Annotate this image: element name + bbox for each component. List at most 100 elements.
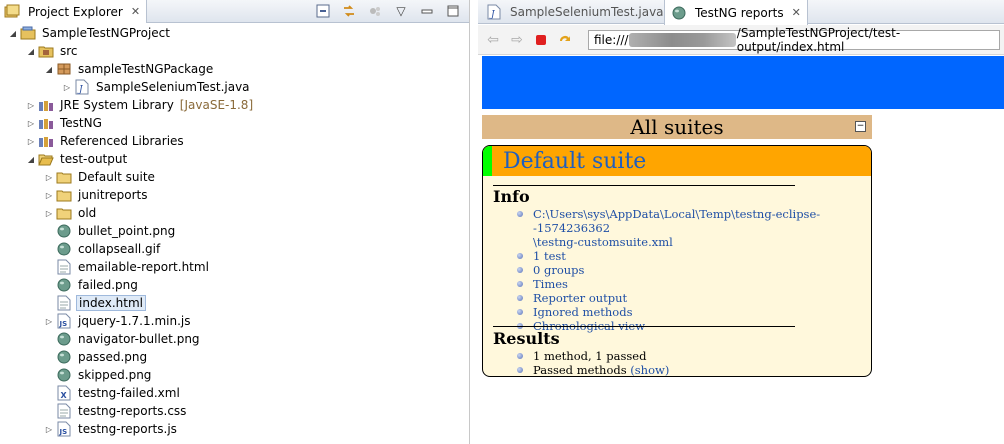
tree-item-label: bullet_point.png (78, 224, 176, 238)
collapsed-arrow-icon[interactable]: ▷ (42, 317, 56, 326)
focus-icon[interactable] (367, 3, 383, 19)
link-with-editor-icon[interactable] (341, 3, 357, 19)
project-tree: ◢ SampleTestNGProject ◢ src ◢ sampleTestNGPac… (0, 24, 469, 438)
passed-methods-item: Passed methods (show) (517, 363, 669, 376)
collapse-all-icon[interactable] (315, 3, 331, 19)
tree-item[interactable]: collapseall.gif (0, 240, 469, 258)
expanded-arrow-icon[interactable]: ◢ (24, 155, 38, 164)
folder-icon (56, 187, 72, 203)
url-redacted-segment (629, 32, 736, 47)
back-arrow-icon[interactable]: ⇦ (484, 31, 502, 49)
collapsed-arrow-icon[interactable]: ▷ (42, 209, 56, 218)
source-folder-icon (38, 43, 54, 59)
tree-item-decoration: [JavaSE-1.8] (179, 98, 254, 112)
tree-item-label: testng-failed.xml (78, 386, 180, 400)
tree-item[interactable]: ▷ Default suite (0, 168, 469, 186)
results-title: Results (493, 329, 560, 348)
tab-project-explorer[interactable]: Project Explorer ✕ (0, 0, 148, 23)
tree-item[interactable]: failed.png (0, 276, 469, 294)
tree-item[interactable]: ▷ TestNG (0, 114, 469, 132)
suite-title[interactable]: Default suite (503, 149, 646, 174)
info-link[interactable]: 1 test (517, 249, 871, 263)
collapsed-arrow-icon[interactable]: ▷ (24, 101, 38, 110)
info-link[interactable]: Ignored methods (517, 305, 871, 319)
text-file-icon (56, 403, 72, 419)
tree-item[interactable]: ▷ old (0, 204, 469, 222)
tree-item[interactable]: skipped.png (0, 366, 469, 384)
url-suffix: /SampleTestNGProject/test-output/index.h… (736, 25, 901, 54)
url-prefix: file:/// (594, 32, 629, 47)
tree-item[interactable]: emailable-report.html (0, 258, 469, 276)
tree-item[interactable]: ▷ J SampleSeleniumTest.java (0, 78, 469, 96)
expanded-arrow-icon[interactable]: ◢ (6, 29, 20, 38)
tree-item-label: failed.png (78, 278, 138, 292)
collapsed-arrow-icon[interactable]: ▷ (42, 425, 56, 434)
collapsed-arrow-icon[interactable]: ▷ (42, 173, 56, 182)
svg-text:JS: JS (59, 320, 68, 328)
show-passed-methods-link[interactable]: (show) (630, 363, 669, 376)
folder-open-icon (38, 151, 54, 167)
library-icon (38, 97, 54, 113)
tree-item[interactable]: ▷ JS jquery-1.7.1.min.js (0, 312, 469, 330)
image-file-icon (56, 241, 72, 257)
tree-item-label: Referenced Libraries (60, 134, 184, 148)
tree-item-label: sampleTestNGPackage (78, 62, 214, 76)
info-link[interactable]: \testng-customsuite.xml (517, 235, 871, 249)
tree-item-label: passed.png (78, 350, 148, 364)
globe-icon (671, 5, 687, 21)
collapsed-arrow-icon[interactable]: ▷ (24, 119, 38, 128)
tree-item[interactable]: ▷ Referenced Libraries (0, 132, 469, 150)
forward-arrow-icon[interactable]: ⇨ (508, 31, 526, 49)
tree-item[interactable]: passed.png (0, 348, 469, 366)
url-field[interactable]: file:/// /SampleTestNGProject/test-outpu… (588, 26, 1000, 54)
browser-toolbar: ⇦ ⇨ file:/// /SampleTestNGProject/test-o… (478, 25, 1004, 55)
tab-sample-selenium-test[interactable]: J SampleSeleniumTest.java (480, 0, 670, 24)
info-title: Info (493, 187, 530, 206)
tree-item[interactable]: ▷ JS testng-reports.js (0, 420, 469, 438)
tree-item[interactable]: testng-reports.css (0, 402, 469, 420)
expanded-arrow-icon[interactable]: ◢ (24, 47, 38, 56)
tab-testng-reports[interactable]: TestNG reports ✕ (664, 0, 808, 25)
view-menu-chevron-down-icon[interactable]: ▽ (393, 3, 409, 19)
tree-item[interactable]: ▷ JRE System Library [JavaSE-1.8] (0, 96, 469, 114)
all-suites-header: All suites − (482, 115, 872, 139)
collapsed-arrow-icon[interactable]: ▷ (60, 83, 74, 92)
tree-item-label: testng-reports.css (78, 404, 187, 418)
all-suites-title: All suites (630, 115, 724, 139)
collapsed-arrow-icon[interactable]: ▷ (42, 191, 56, 200)
tab-sample-selenium-test-label: SampleSeleniumTest.java (510, 5, 664, 19)
suite-status-stripe (483, 146, 492, 176)
suite-panel: Default suite Info C:\Users\sys\AppData\… (482, 145, 872, 377)
expanded-arrow-icon[interactable]: ◢ (42, 65, 56, 74)
refresh-icon[interactable] (556, 31, 574, 49)
tree-item[interactable]: ◢ SampleTestNGProject (0, 24, 469, 42)
tree-item[interactable]: bullet_point.png (0, 222, 469, 240)
collapsed-arrow-icon[interactable]: ▷ (24, 137, 38, 146)
java-file-icon: J (74, 79, 90, 95)
tree-item[interactable]: index.html (0, 294, 469, 312)
stop-icon[interactable] (532, 31, 550, 49)
info-link[interactable]: Reporter output (517, 291, 871, 305)
tree-item[interactable]: ◢ sampleTestNGPackage (0, 60, 469, 78)
results-divider (493, 326, 795, 327)
info-link[interactable]: 0 groups (517, 263, 871, 277)
tree-item[interactable]: navigator-bullet.png (0, 330, 469, 348)
js-file-icon: JS (56, 421, 72, 437)
info-link[interactable]: Times (517, 277, 871, 291)
results-list: 1 method, 1 passed Passed methods (show) (517, 349, 669, 376)
tree-item[interactable]: Xtestng-failed.xml (0, 384, 469, 402)
image-file-icon (56, 349, 72, 365)
tree-item-label: index.html (76, 295, 146, 311)
close-icon[interactable]: ✕ (131, 5, 140, 18)
close-icon[interactable]: ✕ (792, 6, 801, 19)
tree-item[interactable]: ◢ src (0, 42, 469, 60)
tree-item[interactable]: ▷ junitreports (0, 186, 469, 204)
collapse-all-button[interactable]: − (855, 121, 866, 132)
minimize-icon[interactable] (419, 3, 435, 19)
maximize-icon[interactable] (445, 3, 461, 19)
java-file-icon: J (486, 4, 502, 20)
report-page: All suites − Default suite Info C:\Users… (478, 56, 1004, 444)
image-file-icon (56, 277, 72, 293)
tree-item[interactable]: ◢ test-output (0, 150, 469, 168)
info-link[interactable]: C:\Users\sys\AppData\Local\Temp\testng-e… (517, 207, 871, 235)
